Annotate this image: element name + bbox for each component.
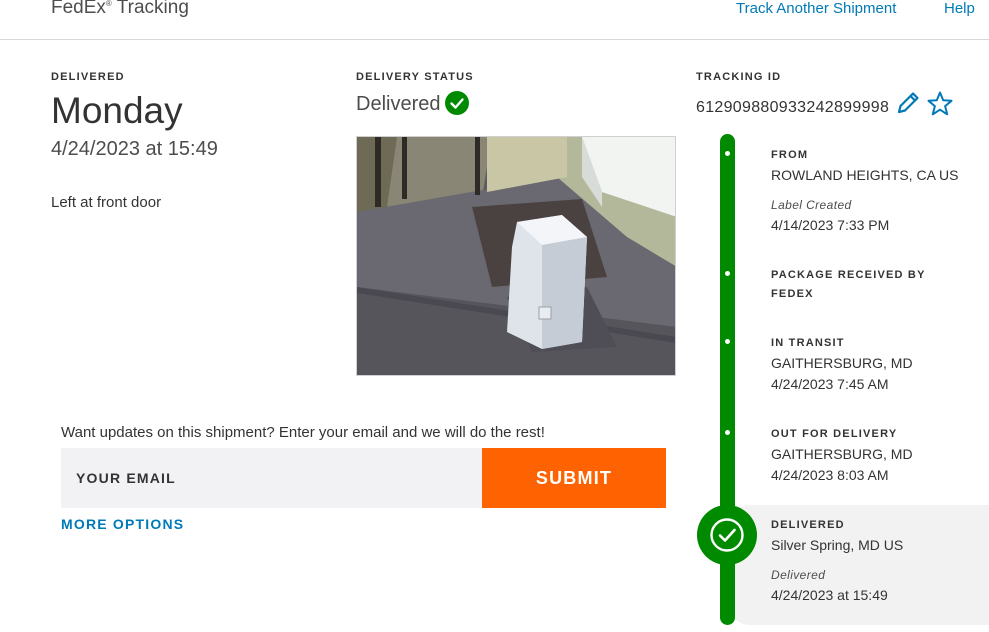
brand-name: FedEx xyxy=(51,0,106,18)
delivery-note: Left at front door xyxy=(51,194,162,211)
tracking-id-label: TRACKING ID xyxy=(696,71,782,83)
delivered-card xyxy=(728,505,989,625)
submit-button[interactable]: SUBMIT xyxy=(482,448,666,508)
brand-logo: FedEx® Tracking xyxy=(51,0,189,19)
timeline-from-time: 4/14/2023 7:33 PM xyxy=(771,217,890,233)
timeline-dot xyxy=(725,151,730,156)
timeline-from-title: FROM xyxy=(771,149,809,161)
timeline-in-transit-title: IN TRANSIT xyxy=(771,337,845,349)
timeline-in-transit-time: 4/24/2023 7:45 AM xyxy=(771,376,889,392)
timeline-dot xyxy=(725,339,730,344)
tracking-id-value: 612909880933242899998 xyxy=(696,99,890,116)
delivery-photo xyxy=(356,136,676,376)
star-icon[interactable] xyxy=(926,90,954,118)
timeline-dot xyxy=(725,430,730,435)
check-circle-icon xyxy=(697,505,757,565)
timeline-delivered-location: Silver Spring, MD US xyxy=(771,537,904,553)
delivery-datetime: 4/24/2023 at 15:49 xyxy=(51,138,218,160)
timeline-in-transit-location: GAITHERSBURG, MD xyxy=(771,355,913,371)
brand-registered-mark: ® xyxy=(105,0,112,8)
timeline-dot xyxy=(725,271,730,276)
delivery-status-label: DELIVERY STATUS xyxy=(356,71,474,83)
more-options-link[interactable]: MORE OPTIONS xyxy=(61,516,184,532)
timeline-from-sub: Label Created xyxy=(771,198,852,212)
timeline-out-for-delivery-title: OUT FOR DELIVERY xyxy=(771,428,898,440)
email-field[interactable] xyxy=(61,448,482,508)
timeline-delivered-time: 4/24/2023 at 15:49 xyxy=(771,587,888,603)
timeline-out-for-delivery-location: GAITHERSBURG, MD xyxy=(771,446,913,462)
email-updates-prompt: Want updates on this shipment? Enter you… xyxy=(61,424,545,441)
check-circle-icon xyxy=(445,91,469,115)
delivered-label: DELIVERED xyxy=(51,71,125,83)
timeline-from-location: ROWLAND HEIGHTS, CA US xyxy=(771,167,959,183)
timeline-received-title: PACKAGE RECEIVED BY FEDEX xyxy=(771,269,926,300)
delivery-status-value: Delivered xyxy=(356,93,441,115)
brand-suffix: Tracking xyxy=(116,0,189,18)
header: FedEx® Tracking Track Another Shipment H… xyxy=(0,0,989,40)
timeline-delivered-sub: Delivered xyxy=(771,568,826,582)
timeline-out-for-delivery-time: 4/24/2023 8:03 AM xyxy=(771,467,889,483)
timeline-delivered-title: DELIVERED xyxy=(771,519,845,531)
help-link[interactable]: Help xyxy=(944,0,975,17)
track-another-shipment-link[interactable]: Track Another Shipment xyxy=(736,0,896,17)
pencil-icon[interactable] xyxy=(895,90,921,116)
delivery-day: Monday xyxy=(51,90,183,131)
